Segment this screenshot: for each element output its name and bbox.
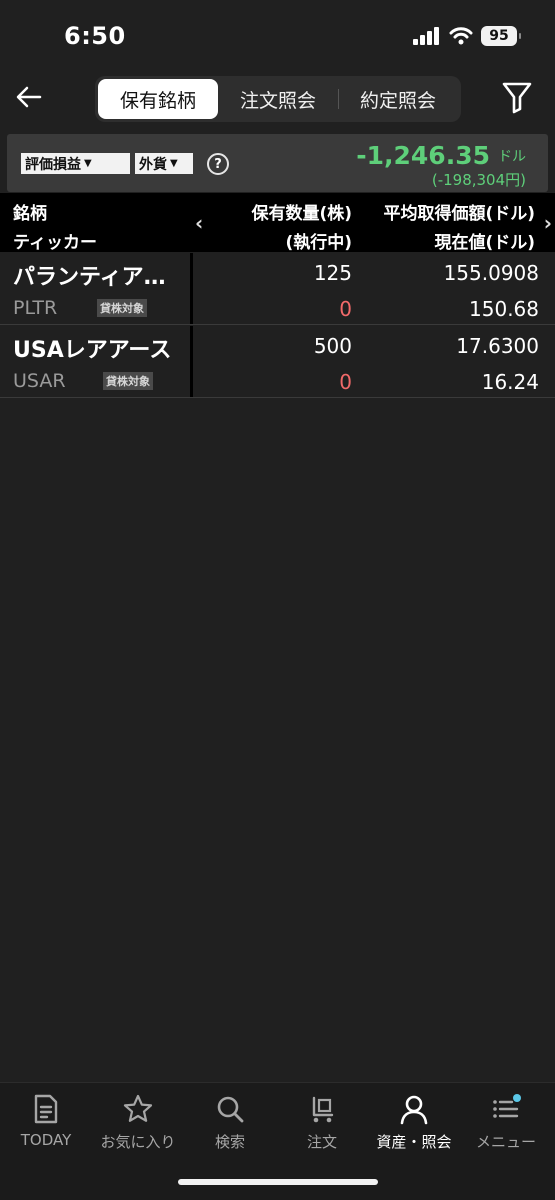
table-row[interactable]: パランティア… PLTR 貸株対象 125 0 155.0908 150.68 (0, 253, 555, 325)
header-executing: (執行中) (285, 233, 352, 253)
lending-badge: 貸株対象 (103, 372, 153, 390)
holding-quantity: 500 (313, 334, 352, 358)
tab-favorites[interactable]: お気に入り (92, 1093, 184, 1153)
wifi-icon (449, 27, 473, 45)
menu-icon (493, 1094, 521, 1118)
status-time: 6:50 (64, 22, 126, 50)
battery-indicator: 95 (481, 26, 521, 46)
holding-avg-price: 155.0908 (443, 261, 539, 285)
holding-executing: 0 (339, 370, 352, 394)
profit-loss-unit: ドル (498, 149, 526, 165)
tab-search[interactable]: 検索 (184, 1093, 276, 1153)
chevron-right-icon[interactable]: › (544, 211, 552, 235)
tab-order[interactable]: 注文 (276, 1093, 368, 1153)
tab-label: お気に入り (100, 1133, 176, 1151)
person-icon (400, 1095, 428, 1125)
filter-icon[interactable] (501, 80, 533, 114)
profit-loss-value: -1,246.35 (356, 141, 490, 170)
tab-label: 注文 (306, 1133, 337, 1151)
tab-label: 資産・照会 (376, 1133, 452, 1151)
tab-today[interactable]: TODAY (0, 1093, 92, 1153)
holding-name: USAレアアース (13, 338, 172, 363)
holding-executing: 0 (339, 297, 352, 321)
holding-current-price: 150.68 (469, 297, 539, 321)
header-quantity: 保有数量(株) (251, 204, 352, 224)
valuation-dropdown[interactable]: 評価損益 ▼ (21, 153, 130, 174)
table-header: 銘柄 ティッカー ‹ 保有数量(株) (執行中) 平均取得価額(ドル) 現在値(… (0, 193, 555, 253)
column-divider (190, 253, 193, 324)
back-arrow-icon[interactable] (14, 82, 44, 112)
header-name: 銘柄 (13, 204, 47, 224)
currency-dropdown[interactable]: 外貨 ▼ (135, 153, 193, 174)
column-divider (190, 326, 193, 397)
tab-menu[interactable]: メニュー (460, 1093, 552, 1153)
summary-panel: 評価損益 ▼ 外貨 ▼ ? -1,246.35 ドル (-198,304円) (7, 134, 548, 192)
segment-control: 保有銘柄 注文照会 約定照会 (95, 76, 461, 122)
holding-quantity: 125 (313, 261, 352, 285)
help-icon[interactable]: ? (207, 153, 229, 175)
holding-avg-price: 17.6300 (456, 334, 539, 358)
tab-assets[interactable]: 資産・照会 (368, 1093, 460, 1153)
holding-ticker: USAR (13, 370, 66, 392)
header-avg-price: 平均取得価額(ドル) (383, 204, 535, 224)
tab-label: メニュー (475, 1133, 536, 1151)
valuation-dropdown-label: 評価損益 (25, 156, 81, 173)
document-icon (34, 1094, 58, 1124)
tab-holdings[interactable]: 保有銘柄 (98, 79, 218, 119)
search-icon (217, 1096, 244, 1123)
status-bar: 6:50 95 (0, 0, 555, 72)
header-ticker: ティッカー (13, 233, 97, 253)
dropdown-caret-icon: ▼ (170, 158, 178, 169)
status-icons: 95 (413, 26, 521, 46)
currency-dropdown-label: 外貨 (139, 156, 167, 173)
cart-icon (312, 1096, 334, 1123)
home-indicator (178, 1179, 378, 1185)
holding-current-price: 16.24 (481, 370, 539, 394)
profit-loss-yen: (-198,304円) (431, 171, 526, 189)
tab-label: TODAY (20, 1131, 72, 1149)
chevron-left-icon[interactable]: ‹ (195, 211, 203, 235)
tab-label: 検索 (214, 1133, 245, 1151)
table-row[interactable]: USAレアアース USAR 貸株対象 500 0 17.6300 16.24 (0, 326, 555, 398)
signal-icon (413, 27, 439, 45)
lending-badge: 貸株対象 (97, 299, 147, 317)
tab-execution-inquiry[interactable]: 約定照会 (338, 79, 458, 119)
dropdown-caret-icon: ▼ (84, 158, 92, 169)
tab-order-inquiry[interactable]: 注文照会 (218, 79, 338, 119)
header-current-price: 現在値(ドル) (434, 233, 535, 253)
holding-name: パランティア… (13, 265, 166, 290)
holding-ticker: PLTR (13, 297, 58, 319)
nav-bar: 保有銘柄 注文照会 約定照会 (0, 74, 555, 124)
star-icon (123, 1094, 153, 1122)
